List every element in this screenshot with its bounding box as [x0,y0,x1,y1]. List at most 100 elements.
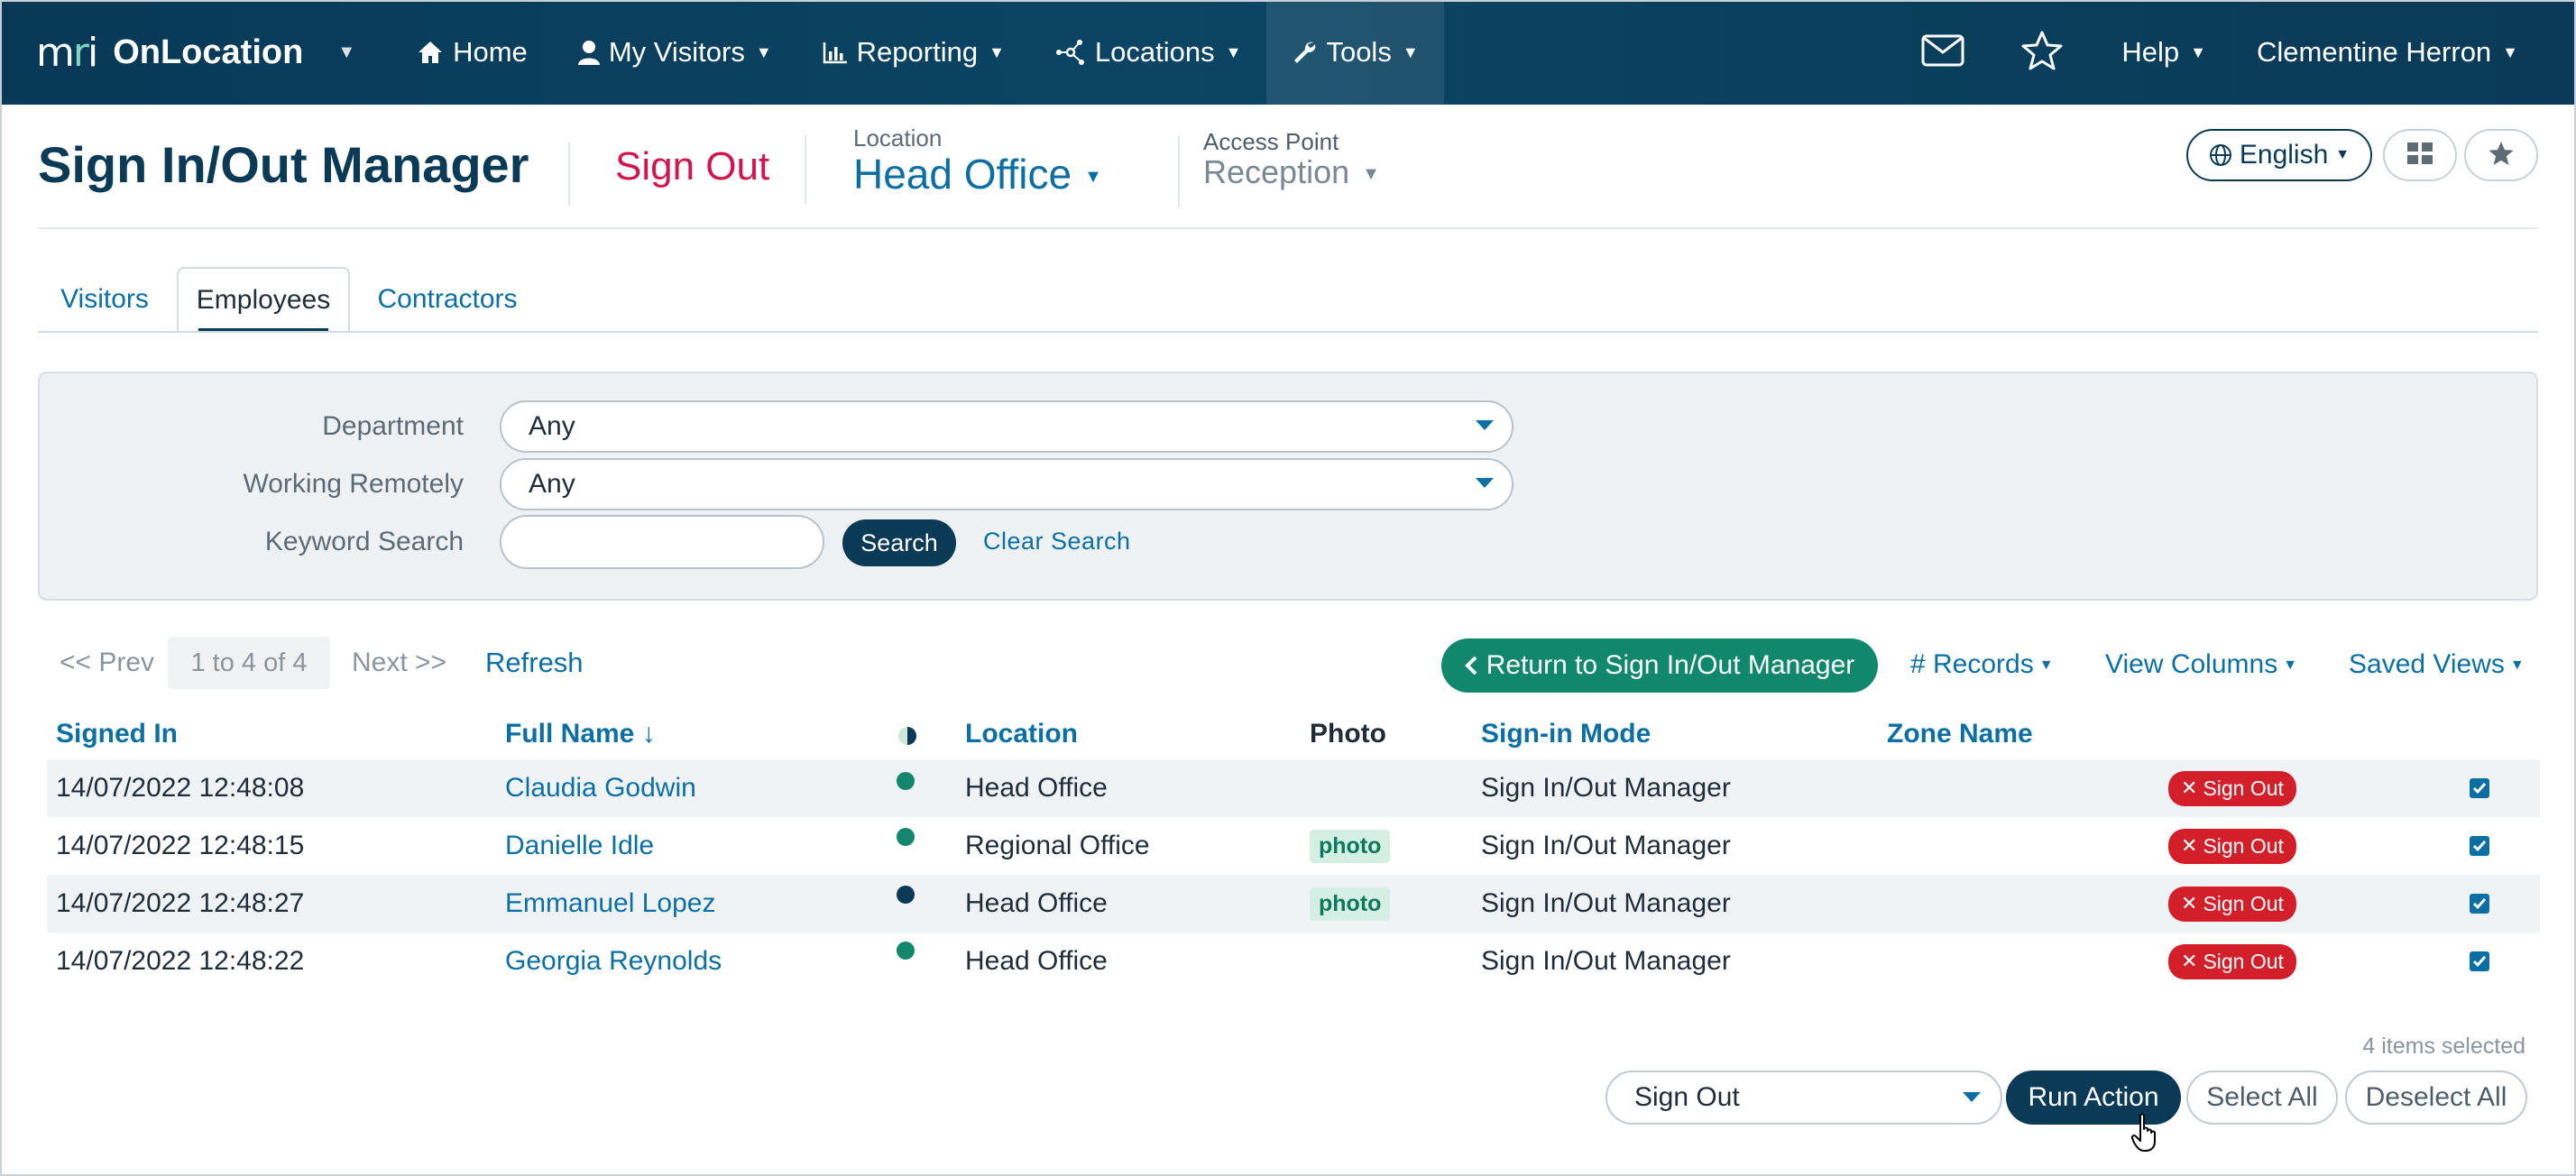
access-point-selector[interactable]: Reception ▼ [1203,153,1380,191]
full-name-link[interactable]: Claudia Godwin [505,759,696,817]
refresh-link[interactable]: Refresh [485,647,584,679]
signed-in-cell: 14/07/2022 12:48:08 [56,773,305,803]
nav-locations[interactable]: Locations ▼ [1030,0,1267,105]
sign-in-mode-cell: Sign In/Out Manager [1481,888,1731,918]
envelope-icon [1921,34,1964,71]
col-zone-name[interactable]: Zone Name [1887,719,2033,749]
tab-visitors[interactable]: Visitors [38,267,171,332]
brand[interactable]: mri OnLocation ▼ [36,0,355,105]
col-sign-in-mode[interactable]: Sign-in Mode [1481,719,1651,749]
chevron-down-icon: ▼ [2283,657,2298,674]
view-columns-dropdown[interactable]: View Columns ▼ [2105,649,2297,680]
divider [805,135,806,204]
chevron-down-icon: ▼ [1084,167,1102,188]
location-cell: Head Office [965,946,1108,976]
photo-badge[interactable]: photo [1310,887,1391,921]
row-checkbox[interactable] [2470,836,2489,856]
layout-grid-button[interactable] [2383,129,2457,181]
row-sign-out-button[interactable]: ✕ Sign Out [2168,770,2296,806]
row-sign-out-button[interactable]: ✕ Sign Out [2168,828,2296,864]
keyword-search-input[interactable] [500,515,824,569]
row-sign-out-button[interactable]: ✕ Sign Out [2168,943,2296,979]
row-checkbox[interactable] [2470,951,2489,971]
user-icon [577,40,600,65]
nav-locations-label: Locations [1094,36,1215,68]
table-row: 14/07/2022 12:48:27 Emmanuel Lopez Head … [47,875,2540,933]
chevron-down-icon: ▼ [2190,42,2206,61]
location-cell: Head Office [965,773,1108,803]
nav-my-visitors[interactable]: My Visitors ▼ [553,0,797,105]
records-dropdown[interactable]: # Records ▼ [1910,649,2054,680]
records-label: # Records [1910,649,2034,679]
status-dot [897,828,915,846]
chevron-down-icon: ▼ [2038,657,2054,674]
col-status[interactable] [897,723,918,754]
brand-name: OnLocation [113,32,304,71]
nav-home-label: Home [453,36,528,68]
mri-logo: mri [36,29,98,76]
deselect-all-button[interactable]: Deselect All [2345,1070,2527,1125]
nav-tools[interactable]: Tools ▼ [1266,0,1444,105]
location-label: Location [853,124,943,152]
row-checkbox[interactable] [2470,894,2489,914]
favorites-button[interactable] [1997,0,2087,105]
department-select[interactable]: Any [500,400,1513,453]
chevron-down-icon: ▼ [989,42,1005,61]
col-signed-in[interactable]: Signed In [56,719,178,749]
tab-employees[interactable]: Employees [177,267,350,332]
home-icon [417,40,444,65]
divider [1178,135,1180,207]
favorite-page-button[interactable] [2464,129,2538,181]
chevron-down-icon: ▼ [1362,163,1380,184]
saved-views-dropdown[interactable]: Saved Views ▼ [2349,649,2525,680]
sign-in-mode-cell: Sign In/Out Manager [1481,831,1731,860]
mode-sign-out-link[interactable]: Sign Out [615,144,769,189]
brand-chevron-down-icon[interactable]: ▼ [337,42,355,63]
close-icon: ✕ [2181,834,2198,857]
nav-help[interactable]: Help ▼ [2096,0,2231,105]
col-full-name[interactable]: Full Name ↓ [505,719,656,749]
mail-button[interactable] [1898,0,1988,105]
return-to-manager-button[interactable]: Return to Sign In/Out Manager [1441,639,1878,693]
working-remotely-label: Working Remotely [243,469,464,499]
row-sign-out-label: Sign Out [2203,776,2284,800]
pager-prev[interactable]: << Prev [60,648,154,678]
signed-in-cell: 14/07/2022 12:48:15 [56,831,305,860]
search-button[interactable]: Search [842,519,956,566]
check-icon [2472,898,2487,910]
location-selector[interactable]: Head Office ▼ [853,150,1102,198]
saved-views-label: Saved Views [2349,649,2505,679]
chevron-down-icon: ▼ [2502,42,2518,61]
tabs-baseline [38,331,2538,333]
status-dot [897,772,915,790]
user-menu[interactable]: Clementine Herron ▼ [2231,0,2544,105]
working-remotely-select[interactable]: Any [500,458,1513,510]
department-label: Department [322,411,464,441]
return-button-label: Return to Sign In/Out Manager [1486,650,1855,680]
full-name-link[interactable]: Emmanuel Lopez [505,875,715,933]
access-point-label: Access Point [1203,128,1339,155]
photo-badge[interactable]: photo [1310,829,1391,863]
pager-next[interactable]: Next >> [352,648,446,678]
row-sign-out-button[interactable]: ✕ Sign Out [2168,886,2296,922]
nav-home[interactable]: Home [391,0,553,105]
header-divider [38,227,2538,229]
chevron-left-icon [1464,656,1477,675]
row-sign-out-label: Sign Out [2203,949,2284,973]
full-name-link[interactable]: Georgia Reynolds [505,933,722,990]
bulk-action-select[interactable]: Sign Out [1605,1070,2002,1125]
chevron-down-icon: ▼ [1402,42,1419,61]
full-name-link[interactable]: Danielle Idle [505,817,654,875]
check-icon [2472,841,2487,852]
row-checkbox[interactable] [2470,778,2489,798]
check-icon [2472,956,2487,968]
globe-icon [2209,143,2232,167]
select-all-button[interactable]: Select All [2186,1070,2338,1125]
wrench-icon [1292,40,1317,65]
col-location[interactable]: Location [965,719,1078,749]
divider [568,142,570,206]
tab-contractors[interactable]: Contractors [361,267,534,332]
clear-search-link[interactable]: Clear Search [983,528,1131,556]
language-selector[interactable]: English ▼ [2186,129,2372,181]
nav-reporting[interactable]: Reporting ▼ [797,0,1030,105]
